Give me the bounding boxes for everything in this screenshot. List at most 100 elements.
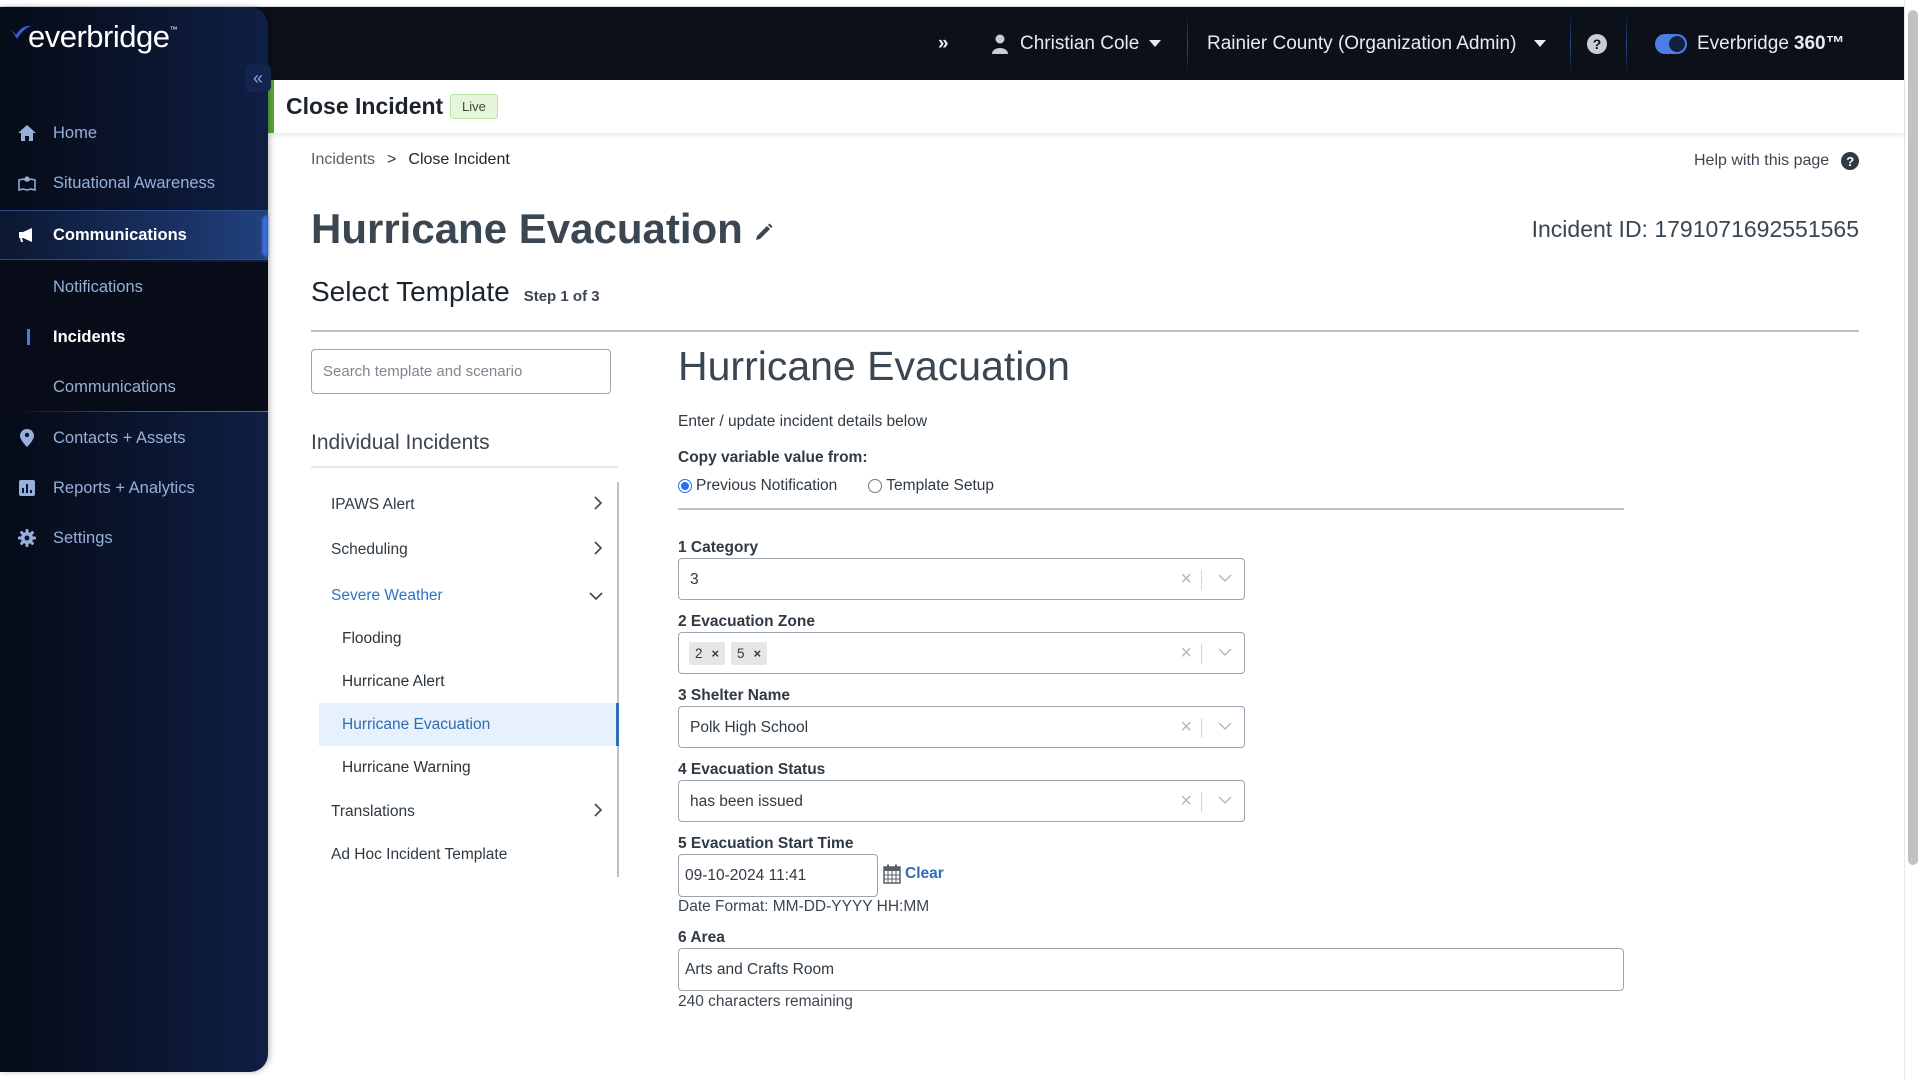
chevron-down-icon [589, 592, 603, 601]
field-label-evacuation-start-time: 5 Evacuation Start Time [678, 835, 854, 852]
shelter-name-select[interactable]: Polk High School × [678, 706, 1245, 748]
location-pin-icon [17, 428, 37, 448]
field-label-area: 6 Area [678, 929, 725, 946]
breadcrumb-current: Close Incident [408, 151, 510, 168]
sidebar-item-reports-analytics[interactable]: Reports + Analytics [0, 463, 268, 513]
user-name: Christian Cole [1020, 32, 1140, 54]
radio-button[interactable] [868, 479, 883, 493]
template-item-hurricane-alert[interactable]: Hurricane Alert [319, 660, 617, 703]
incident-title: Hurricane Evacuation [311, 205, 773, 253]
organization-name: Rainier County (Organization Admin) [1207, 32, 1517, 54]
toggle-switch[interactable] [1655, 33, 1687, 54]
tree-item-label: Hurricane Warning [342, 758, 471, 776]
tree-item-label: Hurricane Alert [342, 672, 445, 690]
sidebar-item-settings[interactable]: Settings [0, 513, 268, 563]
breadcrumb-incidents-link[interactable]: Incidents [311, 151, 375, 169]
tree-item-label: Translations [331, 802, 415, 820]
everbridge-360-toggle[interactable]: Everbridge 360™ [1655, 7, 1845, 80]
template-item-ad-hoc[interactable]: Ad Hoc Incident Template [319, 833, 617, 876]
clear-date-link[interactable]: Clear [905, 865, 944, 883]
chevron-right-icon [594, 803, 603, 817]
chevron-down-icon[interactable] [1218, 647, 1232, 657]
breadcrumb-separator: > [387, 151, 397, 168]
select-value: has been issued [690, 793, 803, 810]
chevron-right-icon [594, 541, 603, 555]
sidebar-subitem-notifications[interactable]: Notifications [0, 262, 268, 312]
topbar-divider [1570, 13, 1571, 75]
radio-label: Previous Notification [696, 477, 838, 494]
remove-chip-icon[interactable]: × [712, 646, 720, 661]
double-chevron-left-icon: « [252, 67, 263, 88]
copy-source-radio-group: Previous Notification Template Setup [678, 477, 1025, 495]
sidebar-item-label: Communications [53, 225, 187, 244]
date-picker-controls: Clear [883, 864, 944, 884]
sidebar-item-label: Reports + Analytics [53, 478, 195, 497]
template-folder-ipaws-alert[interactable]: IPAWS Alert [319, 483, 617, 526]
chevron-down-icon[interactable] [1218, 795, 1232, 805]
category-select[interactable]: 3 × [678, 558, 1245, 600]
help-with-page-link[interactable]: Help with this page ? [1694, 152, 1860, 170]
caret-down-icon [1534, 40, 1547, 47]
clear-selection-icon[interactable]: × [1180, 568, 1192, 590]
pencil-edit-icon[interactable] [755, 223, 773, 241]
radio-label: Template Setup [886, 477, 995, 494]
select-separator [1201, 570, 1202, 590]
template-item-flooding[interactable]: Flooding [319, 617, 617, 660]
page-scrollbar[interactable] [1904, 0, 1920, 1080]
copy-variable-label: Copy variable value from: [678, 449, 868, 466]
radio-template-setup[interactable]: Template Setup [868, 477, 994, 495]
select-separator [1201, 792, 1202, 812]
calendar-icon[interactable] [883, 864, 901, 884]
sidebar-divider [10, 411, 268, 412]
organization-menu[interactable]: Rainier County (Organization Admin) [1207, 7, 1547, 80]
sidebar-item-communications[interactable]: Communications [0, 210, 268, 260]
template-folder-translations[interactable]: Translations [319, 790, 617, 833]
template-item-hurricane-evacuation[interactable]: Hurricane Evacuation [319, 703, 619, 746]
template-folder-scheduling[interactable]: Scheduling [319, 528, 617, 571]
radio-button[interactable] [678, 479, 692, 493]
section-divider [311, 330, 1859, 332]
evacuation-status-select[interactable]: has been issued × [678, 780, 1245, 822]
sidebar-subitem-communications[interactable]: Communications [0, 362, 268, 412]
sidebar-item-home[interactable]: Home [0, 108, 268, 158]
expand-icon[interactable]: » [938, 7, 949, 80]
template-tree-border [617, 482, 619, 877]
sidebar-item-situational-awareness[interactable]: Situational Awareness [0, 158, 268, 208]
sidebar-item-contacts-assets[interactable]: Contacts + Assets [0, 413, 268, 463]
tree-item-label: Scheduling [331, 540, 408, 558]
clear-selection-icon[interactable]: × [1180, 642, 1192, 664]
area-input[interactable] [678, 948, 1624, 991]
top-bar: » Christian Cole Rainier County (Organiz… [0, 7, 1904, 80]
sidebar-item-label: Settings [53, 528, 113, 547]
sidebar-subitem-incidents[interactable]: Incidents [0, 312, 268, 362]
field-label-evacuation-status: 4 Evacuation Status [678, 761, 826, 778]
topbar-divider [1626, 13, 1627, 75]
form-subtitle: Enter / update incident details below [678, 413, 928, 430]
incident-id: Incident ID: 1791071692551565 [1531, 216, 1859, 242]
chevron-down-icon[interactable] [1218, 721, 1232, 731]
template-item-hurricane-warning[interactable]: Hurricane Warning [319, 746, 617, 789]
page-header: Close Incident Live [268, 80, 1904, 133]
evacuation-zone-multiselect[interactable]: 2 × 5 × × [678, 632, 1245, 674]
evacuation-start-time-input[interactable] [678, 854, 878, 897]
clear-selection-icon[interactable]: × [1180, 790, 1192, 812]
section-divider [311, 466, 618, 468]
clear-selection-icon[interactable]: × [1180, 716, 1192, 738]
sidebar-subitem-label: Communications [53, 377, 176, 396]
radio-previous-notification[interactable]: Previous Notification [678, 477, 837, 495]
user-menu[interactable]: Christian Cole [992, 7, 1162, 80]
sidebar: everbridge ™ « Home Situational Awarenes… [0, 7, 271, 1072]
remove-chip-icon[interactable]: × [754, 646, 762, 661]
help-button[interactable]: ? [1587, 7, 1607, 80]
template-folder-severe-weather[interactable]: Severe Weather [319, 574, 617, 617]
sidebar-item-label: Situational Awareness [53, 173, 216, 192]
everbridge-logo[interactable]: everbridge ™ [10, 19, 177, 55]
communications-submenu: Notifications Incidents Communications [0, 262, 268, 412]
chevron-down-icon[interactable] [1218, 573, 1232, 583]
tree-item-label: Ad Hoc Incident Template [331, 845, 508, 863]
map-icon [17, 173, 37, 193]
collapse-sidebar-button[interactable]: « [245, 64, 271, 92]
template-search-input[interactable] [311, 349, 611, 394]
selected-chip: 2 × [689, 642, 726, 665]
scrollbar-thumb[interactable] [1908, 10, 1918, 865]
